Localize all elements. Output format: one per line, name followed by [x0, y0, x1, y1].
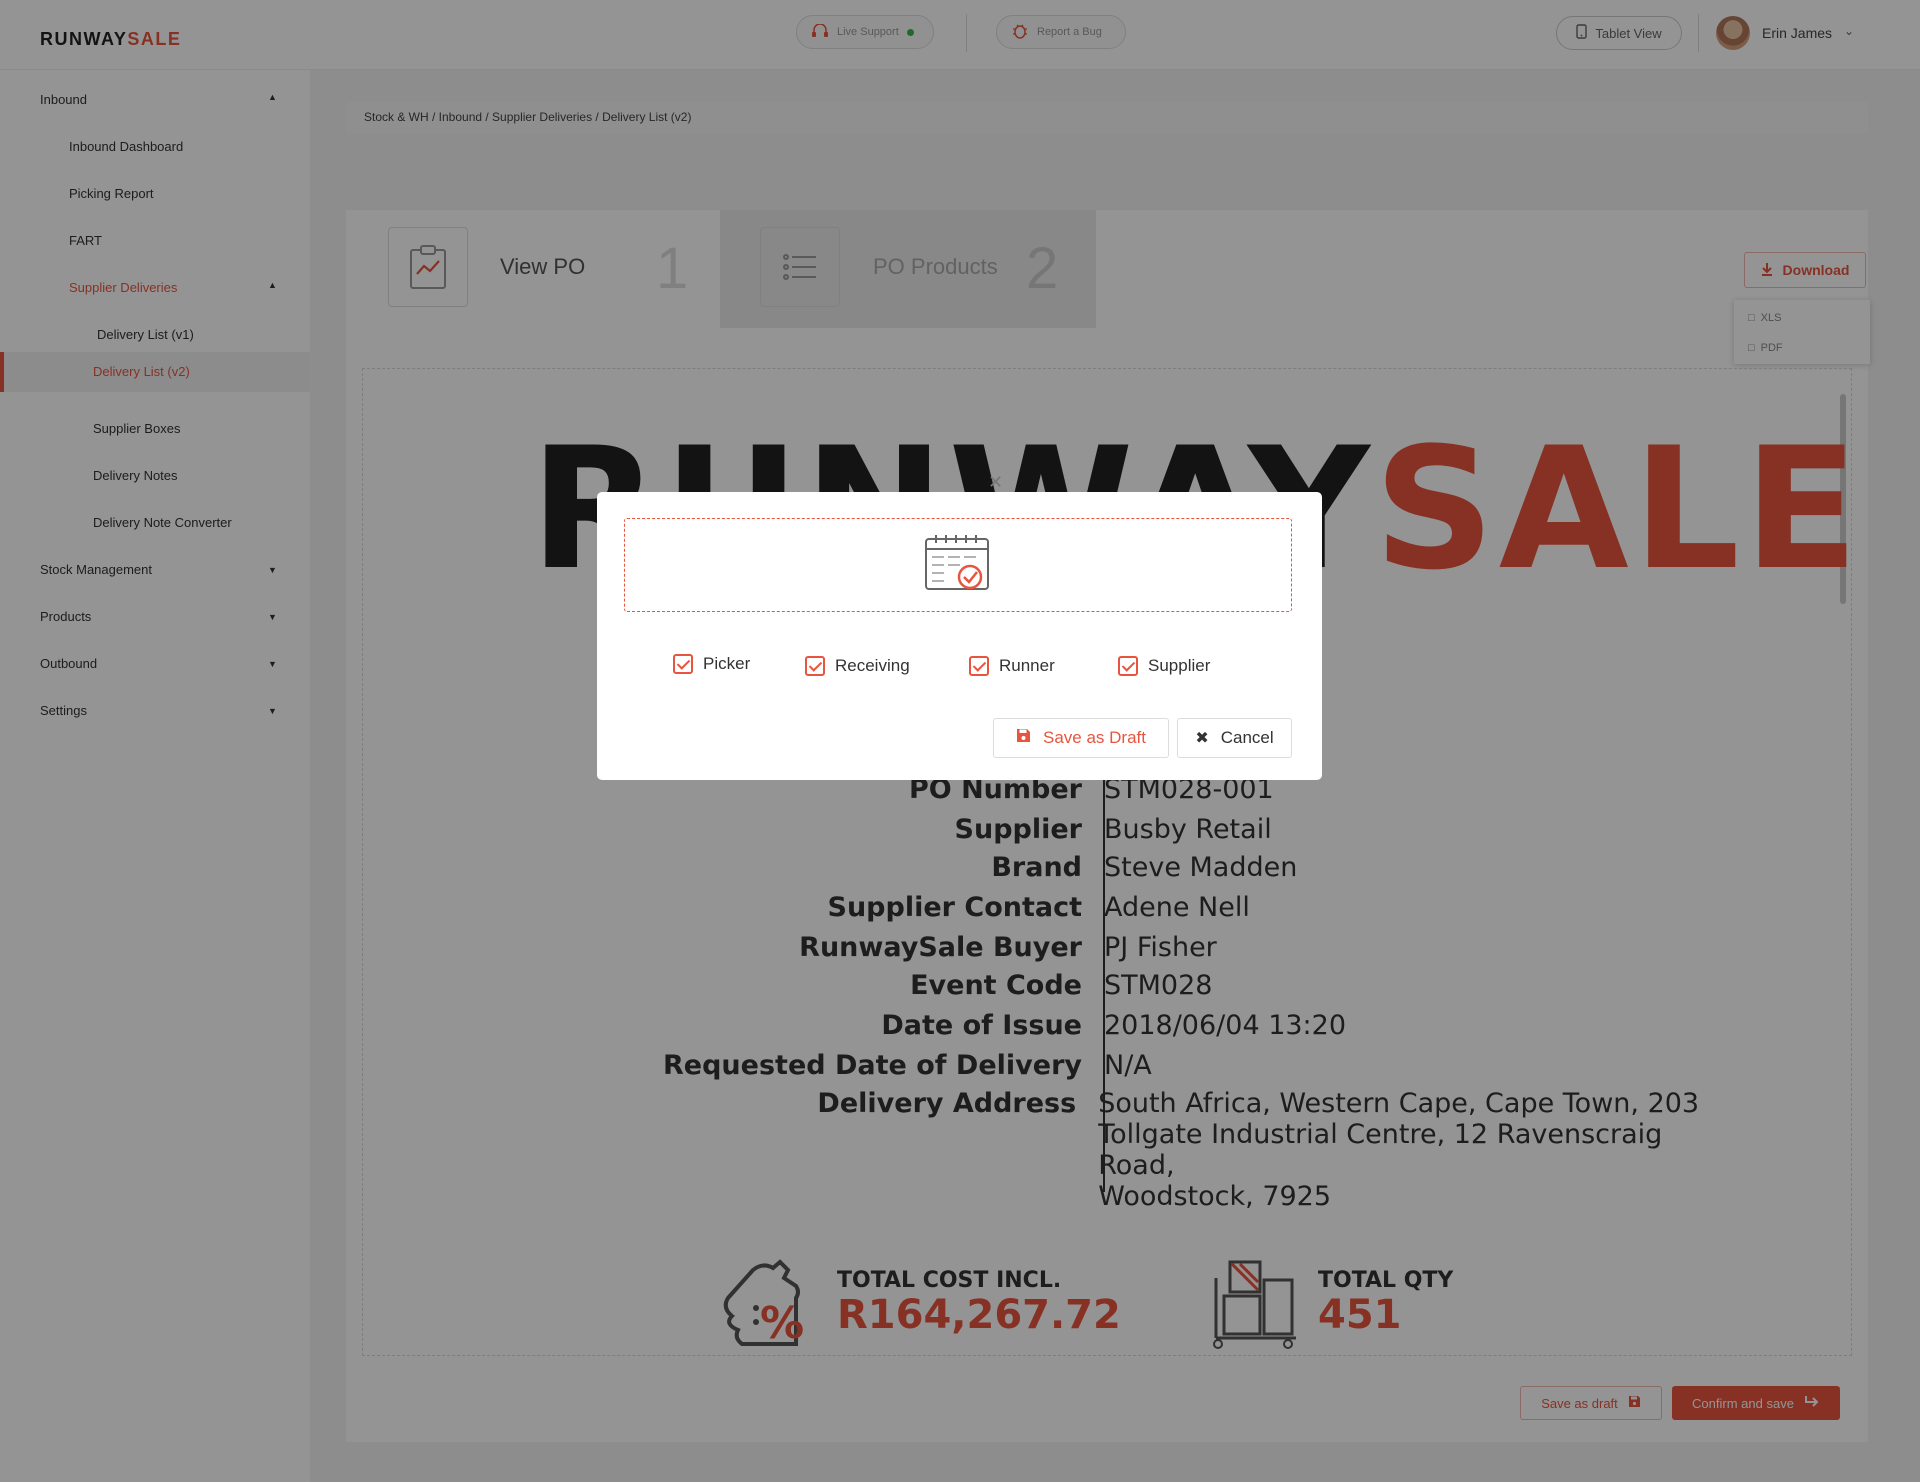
- checkbox-checked-icon: [969, 656, 989, 676]
- calendar-check-icon: [924, 533, 992, 598]
- floppy-icon: [1016, 728, 1031, 748]
- checkbox-supplier[interactable]: Supplier: [1118, 656, 1210, 676]
- modal-save-as-draft-label: Save as Draft: [1043, 728, 1146, 747]
- checkbox-receiving[interactable]: Receiving: [805, 656, 910, 676]
- date-dropzone[interactable]: [624, 518, 1292, 612]
- modal-cancel-label: Cancel: [1220, 728, 1274, 747]
- checkbox-checked-icon: [673, 654, 693, 674]
- checkbox-label: Supplier: [1148, 656, 1211, 675]
- modal-save-as-draft-button[interactable]: Save as Draft: [993, 718, 1169, 758]
- print-options-modal: Picker Receiving Runner Supplier Save as…: [597, 492, 1322, 780]
- checkbox-runner[interactable]: Runner: [969, 656, 1055, 676]
- checkbox-checked-icon: [1118, 656, 1138, 676]
- checkbox-label: Runner: [999, 656, 1055, 675]
- modal-cancel-button[interactable]: ✖ Cancel: [1177, 718, 1292, 758]
- checkbox-label: Picker: [703, 654, 751, 673]
- checkbox-checked-icon: [805, 656, 825, 676]
- close-icon[interactable]: ✕: [988, 472, 1003, 493]
- checkbox-label: Receiving: [835, 656, 910, 675]
- close-icon: ✖: [1195, 730, 1209, 747]
- checkbox-picker[interactable]: Picker: [673, 654, 750, 674]
